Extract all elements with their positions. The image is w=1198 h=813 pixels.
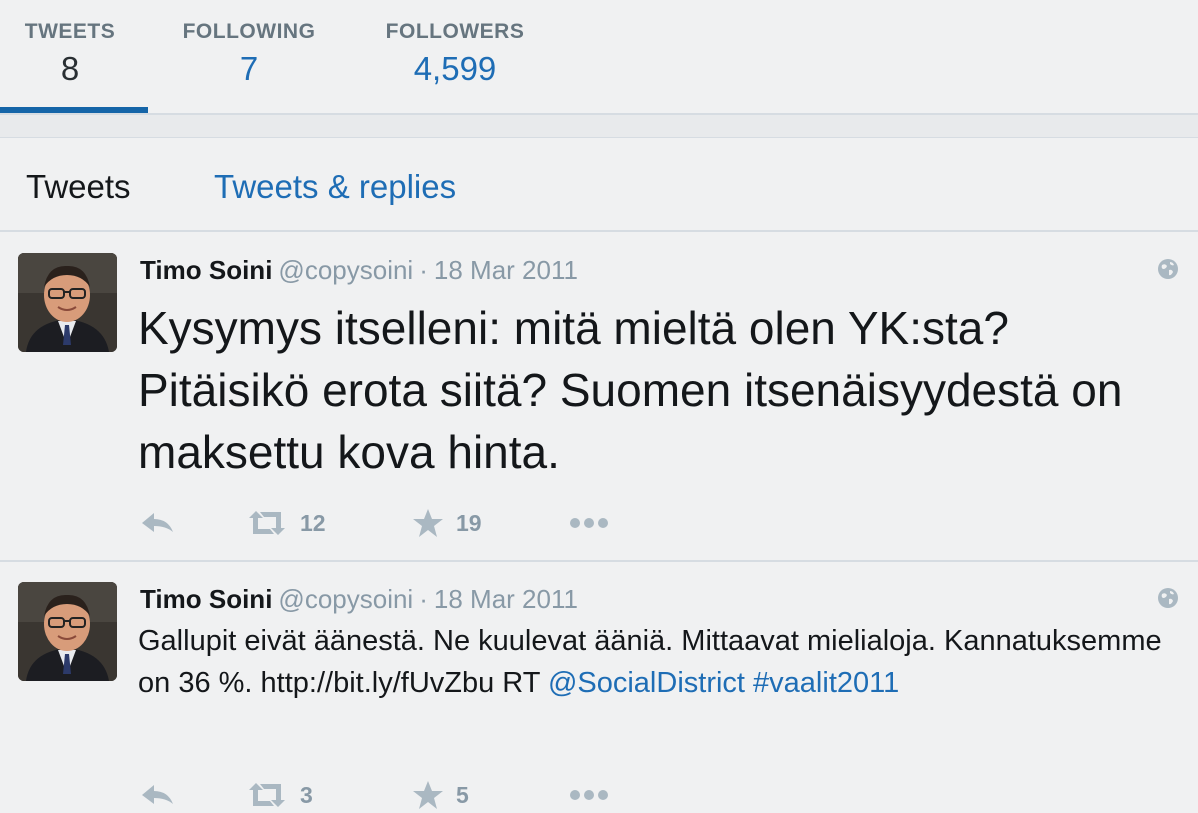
avatar-image — [18, 582, 117, 681]
tweet-date[interactable]: 18 Mar 2011 — [434, 255, 578, 285]
stat-followers-value: 4,599 — [413, 50, 497, 87]
favorite-count: 19 — [456, 509, 482, 536]
stat-tweets-label: TWEETS — [24, 20, 116, 43]
tab-tweets-and-replies[interactable]: Tweets & replies — [214, 168, 456, 206]
tweet-date[interactable]: 18 Mar 2011 — [434, 584, 578, 614]
tweet[interactable]: Timo Soini @copysoini · 18 Mar 2011 Gallupi… — [0, 562, 1198, 813]
favorite-count: 5 — [456, 781, 469, 808]
author-name[interactable]: Timo Soini — [140, 255, 272, 285]
tweet-text: Gallupit eivät äänestä. Ne kuulevat ääni… — [138, 620, 1188, 704]
retweet-button[interactable]: 12 — [246, 508, 326, 538]
favorite-icon — [413, 509, 443, 537]
tweet-header: Timo Soini @copysoini · 18 Mar 2011 — [140, 255, 578, 286]
avatar[interactable] — [18, 253, 117, 352]
more-icon — [570, 790, 608, 800]
header-separator: · — [419, 584, 428, 614]
stat-tweets-value: 8 — [60, 50, 80, 87]
stat-tweets[interactable]: TWEETS 8 — [22, 20, 118, 88]
hashtag-link[interactable]: #vaalit2011 — [753, 667, 899, 699]
avatar[interactable] — [18, 582, 117, 681]
more-icon — [570, 518, 608, 528]
globe-icon[interactable] — [1156, 257, 1180, 281]
more-button[interactable] — [568, 508, 610, 538]
reply-icon — [142, 785, 173, 804]
section-gap — [0, 115, 1198, 138]
stat-followers-label: FOLLOWERS — [385, 20, 525, 43]
favorite-button[interactable]: 19 — [412, 508, 482, 538]
timeline-tabs: Tweets Tweets & replies — [0, 138, 1198, 232]
favorite-icon — [413, 781, 443, 809]
stat-following[interactable]: FOLLOWING 7 — [178, 20, 320, 88]
favorite-button[interactable]: 5 — [412, 780, 469, 810]
retweet-button[interactable]: 3 — [246, 780, 313, 810]
author-handle[interactable]: @copysoini — [278, 584, 413, 614]
stat-following-label: FOLLOWING — [182, 20, 316, 43]
tab-tweets[interactable]: Tweets — [26, 168, 131, 206]
author-name[interactable]: Timo Soini — [140, 584, 272, 614]
retweet-icon — [249, 783, 285, 807]
profile-stats: TWEETS 8 FOLLOWING 7 FOLLOWERS 4,599 — [0, 0, 1198, 138]
globe-icon[interactable] — [1156, 586, 1180, 610]
retweet-count: 3 — [300, 781, 313, 808]
stat-following-value: 7 — [239, 50, 259, 87]
retweet-count: 12 — [300, 509, 326, 536]
stat-followers[interactable]: FOLLOWERS 4,599 — [382, 20, 528, 88]
header-separator: · — [419, 255, 428, 285]
author-handle[interactable]: @copysoini — [278, 255, 413, 285]
tweet[interactable]: Timo Soini @copysoini · 18 Mar 2011 Kysymys… — [0, 233, 1198, 562]
avatar-image — [18, 253, 117, 352]
more-button[interactable] — [568, 780, 610, 810]
reply-button[interactable] — [140, 780, 176, 810]
retweet-icon — [249, 511, 285, 535]
tweet-header: Timo Soini @copysoini · 18 Mar 2011 — [140, 584, 578, 615]
tweet-text: Kysymys itselleni: mitä mieltä olen YK:s… — [138, 302, 1123, 478]
reply-button[interactable] — [140, 508, 176, 538]
reply-icon — [142, 513, 173, 532]
mention-link[interactable]: @SocialDistrict — [548, 667, 745, 699]
